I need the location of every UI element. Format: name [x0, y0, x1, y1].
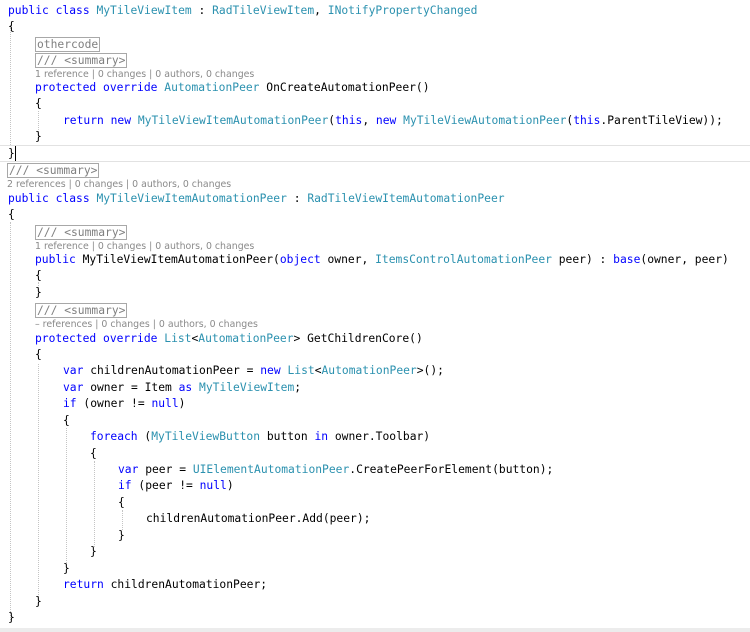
code-line: { [118, 496, 125, 509]
code-line: if (peer != null) [118, 479, 234, 492]
code-line: protected override AutomationPeer OnCrea… [35, 81, 430, 94]
indent-guide [38, 364, 39, 597]
code-line: { [90, 447, 97, 460]
method-separator [0, 145, 750, 146]
code-line: if (owner != null) [63, 397, 186, 410]
indent-guide [10, 25, 11, 145]
code-line: protected override List<AutomationPeer> … [35, 332, 423, 345]
indent-guide [94, 461, 95, 547]
code-line: public MyTileViewItemAutomationPeer(obje… [35, 253, 729, 266]
code-line: var peer = UIElementAutomationPeer.Creat… [118, 463, 554, 476]
collapsed-doc-comment[interactable]: /// <summary> [35, 225, 128, 240]
code-line: return childrenAutomationPeer; [63, 578, 268, 591]
code-line: childrenAutomationPeer.Add(peer); [146, 512, 371, 525]
codelens-info[interactable]: 2 references | 0 changes | 0 authors, 0 … [7, 179, 231, 191]
collapsed-doc-comment[interactable]: /// <summary> [7, 163, 100, 178]
code-line: } [90, 545, 97, 558]
code-line: public class MyTileViewItemAutomationPee… [8, 192, 505, 205]
code-line: } [35, 286, 42, 299]
code-line: } [35, 595, 42, 608]
code-line: var owner = Item as MyTileViewItem; [63, 381, 302, 394]
code-line: } [8, 611, 15, 624]
code-line: foreach (MyTileViewButton button in owne… [90, 430, 431, 443]
code-line: { [35, 269, 42, 282]
code-line: var childrenAutomationPeer = new List<Au… [63, 364, 444, 377]
codelens-info[interactable]: – references | 0 changes | 0 authors, 0 … [35, 319, 258, 331]
code-line: { [35, 97, 42, 110]
code-line: public class MyTileViewItem : RadTileVie… [8, 4, 478, 17]
collapsed-doc-comment[interactable]: /// <summary> [35, 53, 128, 68]
code-line: othercode [35, 37, 101, 52]
collapsed-region[interactable]: othercode [35, 37, 101, 52]
indent-guide [122, 510, 123, 530]
code-line: } [35, 130, 42, 143]
code-line: } [8, 147, 15, 160]
code-line: /// <summary> [35, 225, 128, 240]
code-line: } [118, 529, 125, 542]
code-line: { [35, 348, 42, 361]
code-line: { [8, 20, 15, 33]
text-caret [15, 146, 16, 161]
code-line: } [63, 562, 70, 575]
code-line: { [8, 208, 15, 221]
indent-guide [10, 222, 11, 620]
code-line: return new MyTileViewItemAutomationPeer(… [63, 114, 723, 127]
indent-guide [66, 428, 67, 563]
code-line: /// <summary> [35, 303, 128, 318]
collapsed-doc-comment[interactable]: /// <summary> [35, 303, 128, 318]
horizontal-scrollbar[interactable] [0, 628, 750, 632]
code-editor[interactable]: public class MyTileViewItem : RadTileVie… [0, 0, 750, 632]
code-line: /// <summary> [7, 163, 100, 178]
method-separator [0, 161, 750, 162]
code-line: { [63, 414, 70, 427]
code-line: /// <summary> [35, 53, 128, 68]
